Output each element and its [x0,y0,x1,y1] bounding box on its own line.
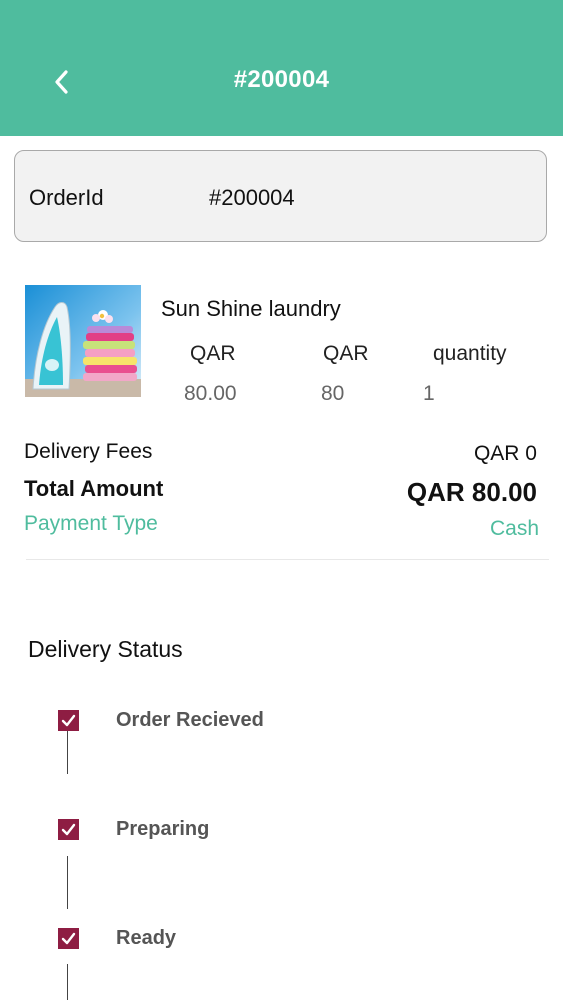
line-total-value: 80 [321,382,345,405]
payment-type-label: Payment Type [24,512,158,535]
app-header: #200004 [0,0,563,136]
order-id-value: #200004 [209,185,295,210]
payment-type-value: Cash [489,517,539,540]
shop-name: Sun Shine laundry [161,296,341,321]
status-connector-line [67,731,68,774]
unit-price-value: 80.00 [184,382,237,405]
status-connector-line [67,964,68,1000]
total-amount-value: QAR 80.00 [406,477,537,507]
preparing-checkbox[interactable] [58,819,79,840]
order-received-checkbox[interactable] [58,710,79,731]
step-order-received: Order Recieved [116,709,264,731]
checkmark-icon [61,932,76,945]
delivery-status-title: Delivery Status [28,636,183,662]
total-amount-label: Total Amount [24,476,164,501]
status-connector-line [67,856,68,909]
quantity-header: quantity [433,342,507,365]
price-currency-header: QAR [190,342,236,365]
delivery-fees-value: QAR 0 [473,442,537,465]
checkmark-icon [61,823,76,836]
page-title: #200004 [233,66,330,93]
step-ready: Ready [116,927,177,949]
ready-checkbox[interactable] [58,928,79,949]
total-currency-header: QAR [323,342,369,365]
delivery-fees-label: Delivery Fees [24,440,153,463]
order-id-card: OrderId #200004 [14,150,547,242]
section-divider [26,559,549,560]
step-preparing: Preparing [116,818,210,840]
quantity-value: 1 [423,382,435,405]
order-id-label: OrderId [29,185,104,210]
laundry-image [25,285,141,397]
checkmark-icon [61,714,76,727]
